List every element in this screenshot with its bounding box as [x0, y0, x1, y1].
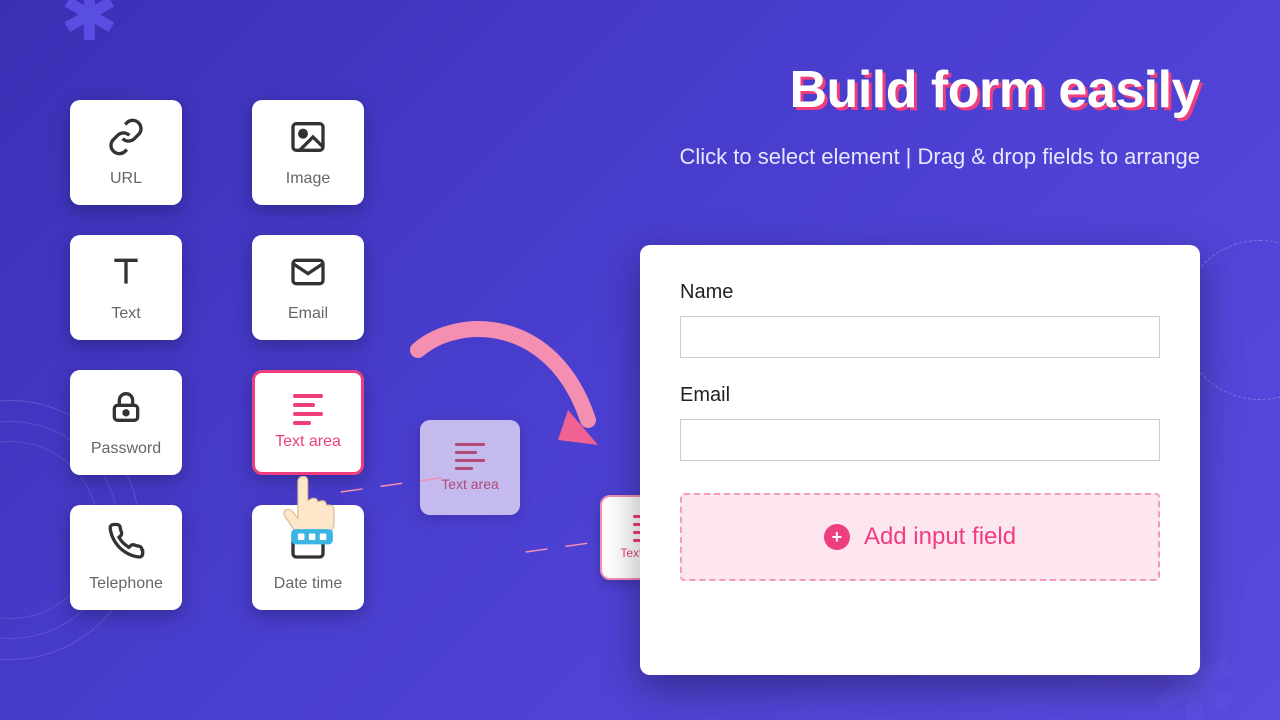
palette-image[interactable]: Image [252, 100, 364, 205]
text-icon [106, 252, 146, 297]
palette-label: Date time [274, 575, 342, 593]
name-input[interactable] [680, 316, 1160, 358]
hero-subtitle: Click to select element | Drag & drop fi… [679, 144, 1200, 170]
palette-label: Telephone [89, 575, 163, 593]
phone-icon [106, 522, 146, 567]
decoration-asterisk: ✱ [60, 0, 119, 57]
palette-text[interactable]: Text [70, 235, 182, 340]
palette-email[interactable]: Email [252, 235, 364, 340]
hero-heading: Build form easily Click to select elemen… [679, 60, 1200, 170]
textarea-icon [293, 394, 323, 425]
cursor-hand-icon [276, 470, 346, 550]
hero-title: Build form easily [679, 60, 1200, 120]
form-preview: Name Email + Add input field [640, 245, 1200, 675]
palette-password[interactable]: Password [70, 370, 182, 475]
palette-label: Text area [275, 433, 341, 451]
lock-icon [106, 387, 146, 432]
palette-label: Password [91, 440, 161, 458]
link-icon [106, 117, 146, 162]
palette-label: Text [111, 305, 140, 323]
image-icon [288, 117, 328, 162]
email-icon [288, 252, 328, 297]
plus-icon: + [824, 524, 850, 550]
field-label-email: Email [680, 384, 1160, 407]
palette-label: URL [110, 170, 142, 188]
palette-textarea[interactable]: Text area [252, 370, 364, 475]
add-field-dropzone[interactable]: + Add input field [680, 493, 1160, 581]
email-input[interactable] [680, 419, 1160, 461]
palette-label: Email [288, 305, 328, 323]
palette-telephone[interactable]: Telephone [70, 505, 182, 610]
add-field-label: Add input field [864, 523, 1016, 551]
field-label-name: Name [680, 281, 1160, 304]
palette-url[interactable]: URL [70, 100, 182, 205]
palette-label: Image [286, 170, 330, 188]
ghost-label: Text area [441, 476, 499, 492]
textarea-icon [455, 443, 485, 470]
